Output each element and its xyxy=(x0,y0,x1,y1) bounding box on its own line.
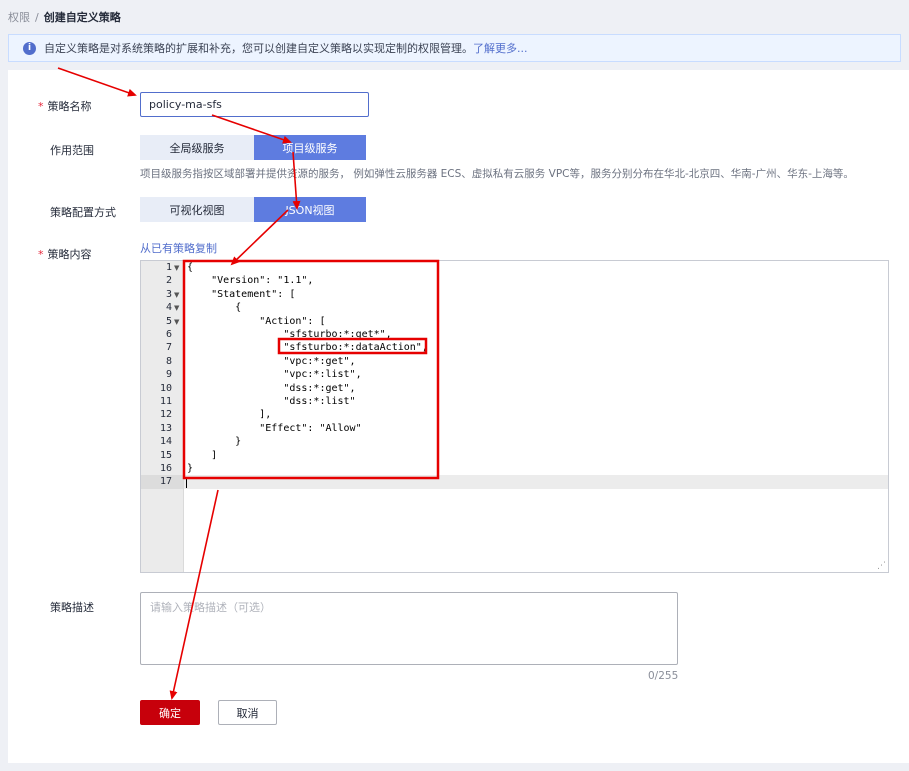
description-label: 策略描述 xyxy=(50,601,94,614)
line-number: 12 xyxy=(159,409,172,421)
code-line: "vpc:*:list", xyxy=(187,369,362,381)
mode-label: 策略配置方式 xyxy=(50,206,116,219)
resize-grip-icon[interactable]: ⋰ xyxy=(877,562,886,571)
line-number: 8 xyxy=(165,355,172,367)
code-line: "Action": [ xyxy=(187,315,326,327)
copy-from-policy-link[interactable]: 从已有策略复制 xyxy=(140,240,217,256)
scope-label: 作用范围 xyxy=(50,144,94,157)
line-number: 11 xyxy=(159,396,172,407)
scope-hint: 项目级服务指按区域部署并提供资源的服务， 例如弹性云服务器 ECS、虚拟私有云服… xyxy=(140,168,854,180)
description-counter: 0/255 xyxy=(648,670,679,682)
required-mark: * xyxy=(38,248,44,261)
info-icon: i xyxy=(23,41,36,55)
content-label: * 策略内容 xyxy=(38,248,92,261)
cancel-button[interactable]: 取消 xyxy=(218,700,277,725)
line-number: 5 xyxy=(165,315,172,327)
line-number: 13 xyxy=(159,422,172,434)
code-line: "Statement": [ xyxy=(187,288,296,300)
code-line: "dss:*:list" xyxy=(187,396,356,407)
code-line: "sfsturbo:*:get*", xyxy=(187,329,392,340)
confirm-button[interactable]: 确定 xyxy=(140,700,200,725)
description-textarea[interactable]: 请输入策略描述（可选） xyxy=(140,592,678,665)
line-number: 2 xyxy=(165,275,172,287)
breadcrumb-parent[interactable]: 权限 xyxy=(8,11,30,24)
line-number: 9 xyxy=(165,369,172,381)
learn-more-link[interactable]: 了解更多... xyxy=(473,40,528,56)
breadcrumb-current: 创建自定义策略 xyxy=(43,11,121,24)
breadcrumb-separator: / xyxy=(35,11,39,24)
code-line: "Effect": "Allow" xyxy=(187,422,362,434)
mode-option-json[interactable]: JSON视图 xyxy=(254,197,366,222)
banner-text: 自定义策略是对系统策略的扩展和补充，您可以创建自定义策略以实现定制的权限管理。 xyxy=(44,42,473,55)
json-editor[interactable]: 1 ▼ 2 3 ▼ 4 ▼ 5 ▼ 6 7 8 9 10 11 12 13 14 15 16 17 { "Version… xyxy=(140,260,889,573)
mode-option-visual[interactable]: 可视化视图 xyxy=(140,197,254,222)
line-number: 16 xyxy=(159,463,172,474)
code-line: ] xyxy=(187,449,218,461)
code-line: } xyxy=(187,463,194,474)
scope-option-project[interactable]: 项目级服务 xyxy=(254,135,366,160)
line-number: 1 xyxy=(165,262,172,273)
text-cursor xyxy=(186,477,187,488)
line-number: 17 xyxy=(159,476,172,488)
info-banner: i 自定义策略是对系统策略的扩展和补充，您可以创建自定义策略以实现定制的权限管理… xyxy=(8,34,901,62)
code-line: "Version": "1.1", xyxy=(187,275,314,287)
active-line-highlight xyxy=(184,475,888,489)
line-number: 3 xyxy=(165,288,172,300)
code-line: ], xyxy=(187,409,272,421)
code-line: { xyxy=(187,302,242,314)
policy-name-label: * 策略名称 xyxy=(38,100,92,113)
code-line: "sfsturbo:*:dataAction", xyxy=(187,342,428,354)
fold-arrow-icon[interactable]: ▼ xyxy=(174,318,179,326)
fold-arrow-icon[interactable]: ▼ xyxy=(174,304,179,312)
line-number: 4 xyxy=(165,302,172,314)
required-mark: * xyxy=(38,100,44,113)
code-line: } xyxy=(187,436,242,448)
fold-arrow-icon[interactable]: ▼ xyxy=(174,264,179,272)
line-number: 6 xyxy=(165,329,172,340)
line-number: 14 xyxy=(159,436,172,448)
breadcrumb: 权限 / 创建自定义策略 xyxy=(8,9,121,25)
scope-option-global[interactable]: 全局级服务 xyxy=(140,135,254,160)
line-number: 15 xyxy=(159,449,172,461)
scope-segmented-control: 全局级服务 项目级服务 xyxy=(140,135,366,160)
line-number: 10 xyxy=(159,382,172,394)
mode-segmented-control: 可视化视图 JSON视图 xyxy=(140,197,366,222)
code-line: "vpc:*:get", xyxy=(187,355,356,367)
code-line: "dss:*:get", xyxy=(187,382,356,394)
policy-name-input[interactable]: policy-ma-sfs xyxy=(140,92,369,117)
line-number: 7 xyxy=(165,342,172,354)
fold-arrow-icon[interactable]: ▼ xyxy=(174,291,179,299)
code-line: { xyxy=(187,262,194,273)
